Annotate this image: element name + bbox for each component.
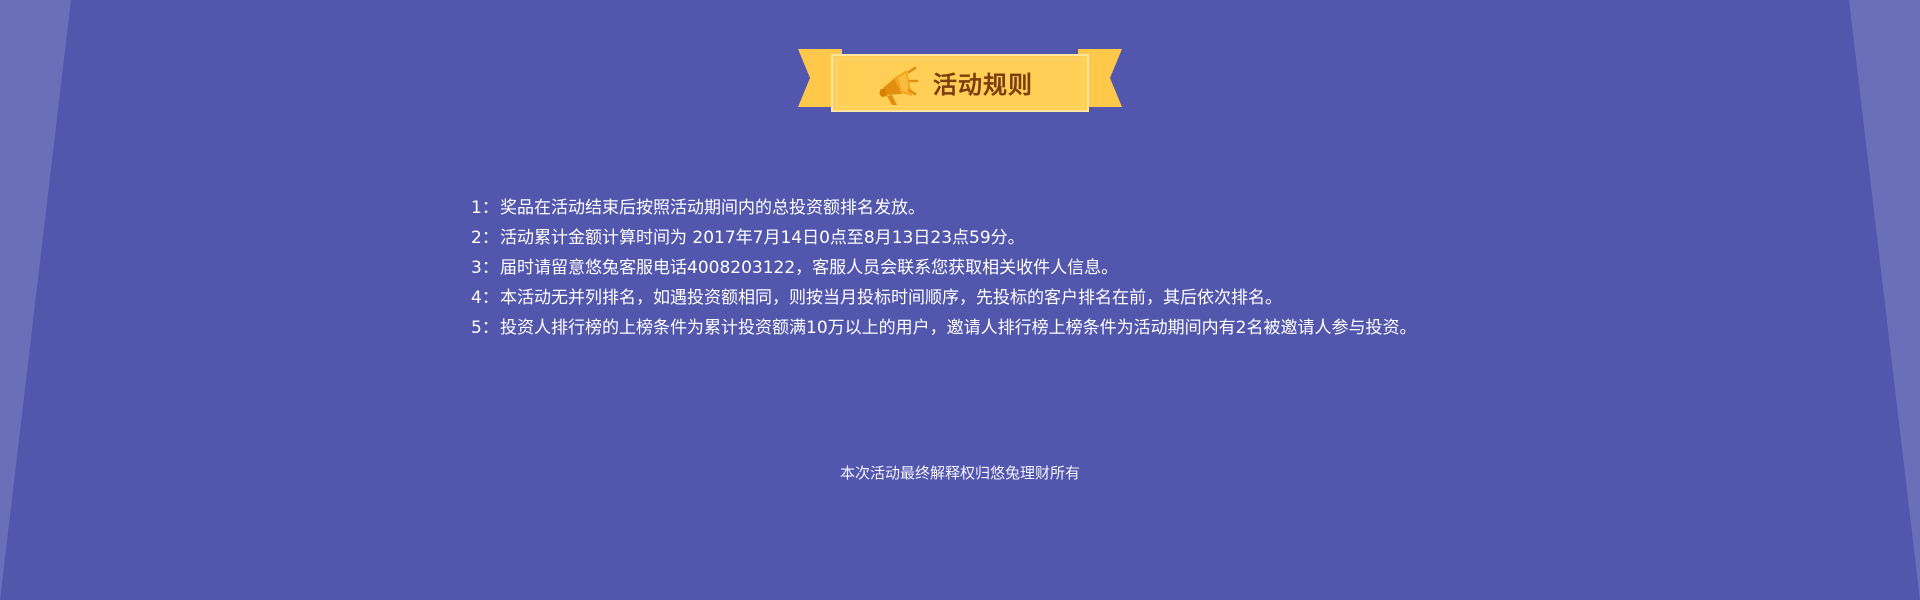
- rule-number: 3：: [471, 258, 499, 278]
- interpretation-rights-note: 本次活动最终解释权归悠兔理财所有: [839, 464, 1080, 482]
- rule-item: 4： 本活动无并列排名，如遇投资额相同，则按当月投标时间顺序，先投标的客户排名在…: [471, 283, 1471, 313]
- megaphone-icon: [879, 66, 919, 105]
- activity-rules-list: 1： 奖品在活动结束后按照活动期间内的总投资额排名发放。 2： 活动累计金额计算…: [471, 193, 1471, 343]
- rule-item: 5： 投资人排行榜的上榜条件为累计投资额满10万以上的用户，邀请人排行榜上榜条件…: [471, 313, 1471, 343]
- rule-number: 4：: [471, 288, 499, 308]
- rule-item: 3： 届时请留意悠兔客服电话4008203122，客服人员会联系您获取相关收件人…: [471, 253, 1471, 283]
- rule-number: 1：: [471, 198, 499, 218]
- page-title: 活动规则: [933, 71, 1033, 99]
- rule-number: 2：: [471, 228, 499, 248]
- rule-text: 投资人排行榜的上榜条件为累计投资额满10万以上的用户，邀请人排行榜上榜条件为活动…: [500, 318, 1417, 338]
- activity-rules-page: 活动规则 1： 奖品在活动结束后按照活动期间内的总投资额排名发放。 2： 活动累…: [0, 0, 1920, 600]
- rule-number: 5：: [471, 318, 499, 338]
- rule-text: 本活动无并列排名，如遇投资额相同，则按当月投标时间顺序，先投标的客户排名在前，其…: [500, 288, 1282, 308]
- right-decorative-panel: [1849, 0, 1920, 600]
- banner-title-plate: 活动规则: [831, 54, 1089, 112]
- rule-text: 届时请留意悠兔客服电话4008203122，客服人员会联系您获取相关收件人信息。: [500, 258, 1119, 278]
- rule-item: 2： 活动累计金额计算时间为 2017年7月14日0点至8月13日23点59分。: [471, 223, 1471, 253]
- rule-text: 活动累计金额计算时间为 2017年7月14日0点至8月13日23点59分。: [500, 228, 1025, 248]
- rule-text: 奖品在活动结束后按照活动期间内的总投资额排名发放。: [500, 198, 925, 218]
- left-decorative-panel: [0, 0, 71, 600]
- activity-rules-banner: 活动规则: [798, 49, 1122, 113]
- rule-item: 1： 奖品在活动结束后按照活动期间内的总投资额排名发放。: [471, 193, 1471, 223]
